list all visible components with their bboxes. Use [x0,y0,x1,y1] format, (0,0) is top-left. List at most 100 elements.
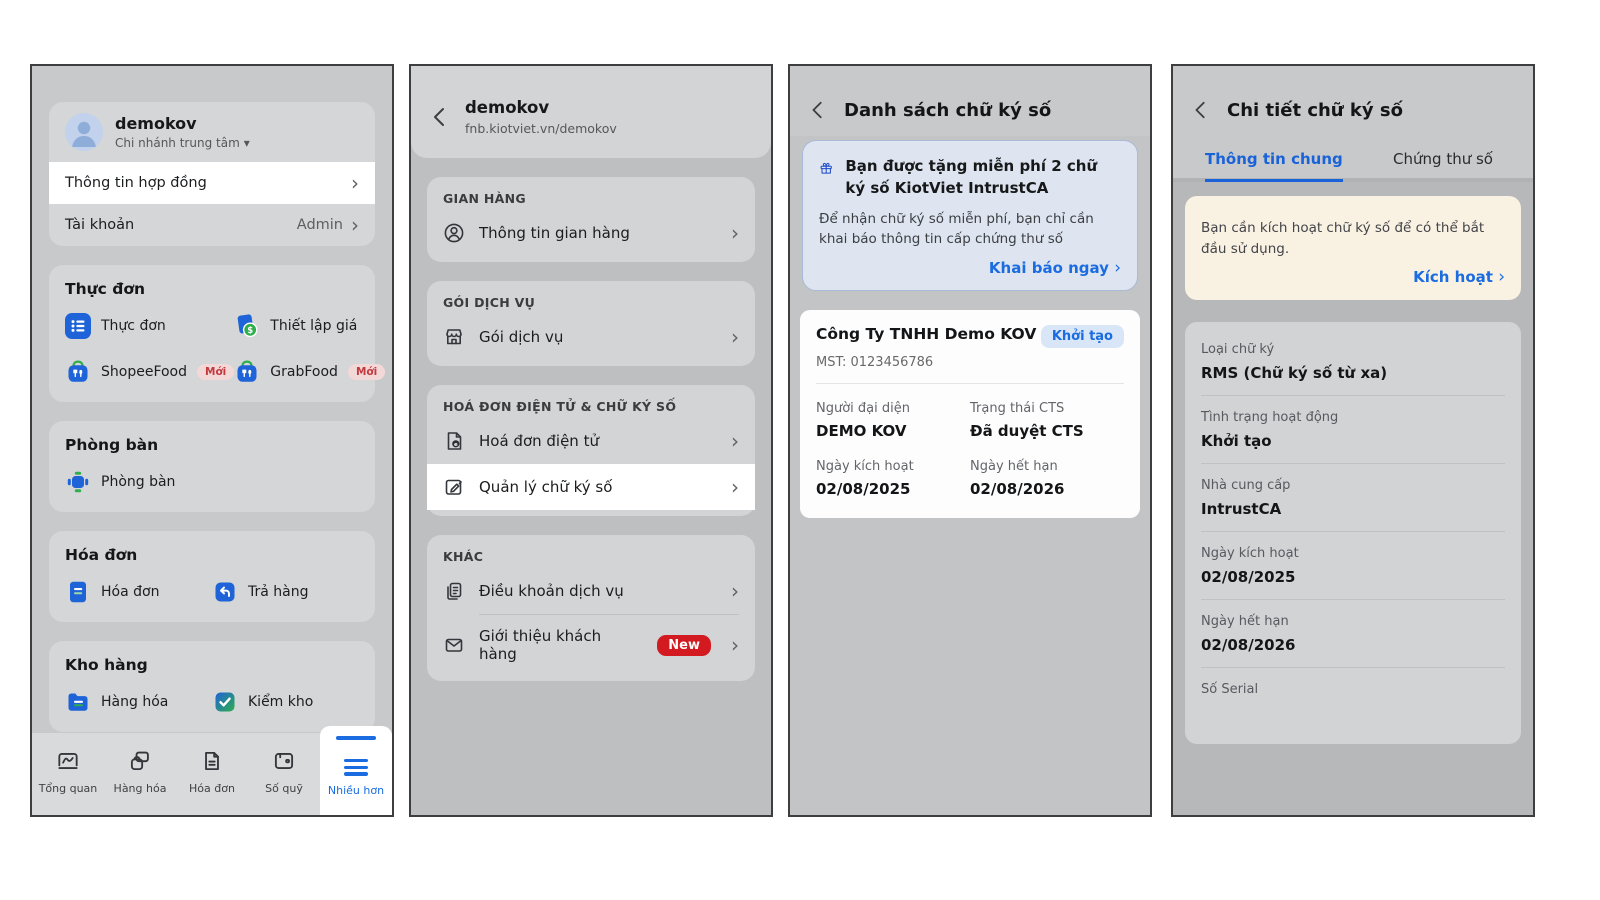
group-title: KHÁC [443,549,739,564]
gift-icon [819,156,833,180]
section-title: Thực đơn [65,280,359,298]
menu-item-tra-hang[interactable]: Trả hàng [212,579,359,605]
detail-label: Ngày kích hoạt [1201,546,1505,561]
menu-item-label: Thực đơn [101,318,166,334]
activation-notice: Bạn cần kích hoạt chữ ký số để có thể bắ… [1185,196,1521,300]
header: demokov fnb.kiotviet.vn/demokov [411,66,771,158]
branch-label: Chi nhánh trung tâm [115,136,240,150]
group-hoa-don-dien-tu: HOÁ ĐƠN ĐIỆN TỬ & CHỮ KÝ SỐ e Hoá đơn đi… [427,385,755,516]
back-icon[interactable] [429,104,451,130]
banner-title: Bạn được tặng miễn phí 2 chữ ký số KiotV… [845,156,1121,200]
tab-thong-tin-chung[interactable]: Thông tin chung [1205,142,1343,182]
menu-item-label: Kiểm kho [248,694,313,710]
field-label: Trạng thái CTS [970,401,1124,416]
storefront-icon [443,326,465,348]
chevron-right-icon: › [731,635,739,655]
back-icon[interactable] [1191,98,1211,122]
detail-nha-cung-cap: Nhà cung cấp IntrustCA [1201,464,1505,532]
banner-description: Để nhận chữ ký số miễn phí, bạn chỉ cần … [819,209,1121,250]
detail-label: Ngày hết hạn [1201,614,1505,629]
page-title: Chi tiết chữ ký số [1227,100,1403,121]
row-label: Hoá đơn điện tử [479,432,717,450]
nav-label: Nhiều hơn [328,784,384,797]
screen-more-menu: demokov Chi nhánh trung tâm ▾ Thông tin … [30,64,394,817]
products-icon [127,748,153,774]
field-ngay-het-han: Ngày hết hạn 02/08/2026 [970,459,1124,498]
chevron-right-icon: › [731,223,739,243]
grabfood-icon [234,359,260,385]
row-thong-tin-gian-hang[interactable]: Thông tin gian hàng › [443,210,739,256]
menu-item-shopeefood[interactable]: ShopeeFood Mới [65,359,234,385]
field-label: Ngày kích hoạt [816,459,970,474]
row-hoa-don-dien-tu[interactable]: e Hoá đơn điện tử › [443,418,739,464]
detail-label: Nhà cung cấp [1201,478,1505,493]
branch-selector[interactable]: Chi nhánh trung tâm ▾ [115,136,250,150]
signature-card[interactable]: Công Ty TNHH Demo KOV Khởi tạo MST: 0123… [800,310,1140,518]
account-role: Admin [297,217,343,233]
nav-so-quy[interactable]: Số quỹ [248,733,320,815]
detail-label: Tình trạng hoạt động [1201,410,1505,425]
detail-ngay-het-han: Ngày hết hạn 02/08/2026 [1201,600,1505,668]
stocktake-icon [212,689,238,715]
declare-now-link[interactable]: Khai báo ngay › [819,259,1121,277]
tab-bar: Thông tin chung Chứng thư số [1173,136,1533,182]
detail-value: RMS (Chữ ký số từ xa) [1201,364,1505,382]
nav-label: Hàng hóa [114,782,167,795]
nav-hang-hoa[interactable]: Hàng hóa [104,733,176,815]
new-badge: Mới [197,364,234,380]
profile-card[interactable]: demokov Chi nhánh trung tâm ▾ [49,102,375,162]
detail-value: 02/08/2025 [1201,568,1505,586]
row-quan-ly-chu-ky-so[interactable]: Quản lý chữ ký số › [427,464,755,510]
new-badge: Mới [348,364,385,380]
row-label: Giới thiệu khách hàng [479,627,643,663]
menu-item-phong-ban[interactable]: Phòng bàn [65,469,212,495]
field-value: 02/08/2026 [970,480,1124,498]
nav-hoa-don[interactable]: Hóa đơn [176,733,248,815]
detail-ngay-kich-hoat: Ngày kích hoạt 02/08/2025 [1201,532,1505,600]
notice-text: Bạn cần kích hoạt chữ ký số để có thể bắ… [1201,218,1505,260]
field-label: Người đại diện [816,401,970,416]
group-title: GÓI DỊCH VỤ [443,295,739,310]
menu-item-kiem-kho[interactable]: Kiểm kho [212,689,359,715]
return-icon [212,579,238,605]
menu-item-label: ShopeeFood [101,364,187,380]
section-title: Kho hàng [65,656,359,674]
menu-item-label: Hóa đơn [101,584,159,600]
screen-store-settings: demokov fnb.kiotviet.vn/demokov GIAN HÀN… [409,64,773,817]
detail-label: Số Serial [1201,682,1505,697]
menu-item-thiet-lap-gia[interactable]: $ Thiết lập giá [234,313,385,339]
field-label: Ngày hết hạn [970,459,1124,474]
menu-item-label: Hàng hóa [101,694,168,710]
activate-link[interactable]: Kích hoạt › [1201,268,1505,286]
person-circle-icon [443,222,465,244]
menu-item-grabfood[interactable]: GrabFood Mới [234,359,385,385]
chevron-right-icon: › [351,215,359,235]
menu-item-hoa-don[interactable]: Hóa đơn [65,579,212,605]
menu-item-hang-hoa[interactable]: Hàng hóa [65,689,212,715]
account-row[interactable]: Tài khoản Admin › [49,204,375,246]
nav-label: Hóa đơn [189,782,235,795]
header: Danh sách chữ ký số [790,66,1150,136]
row-dieu-khoan-dich-vu[interactable]: Điều khoản dịch vụ › [443,568,739,614]
menu-item-thuc-don[interactable]: Thực đơn [65,313,234,339]
tab-chung-thu-so[interactable]: Chứng thư số [1393,142,1493,178]
active-tab-indicator [336,736,376,740]
section-menu: Thực đơn Thực đơn $ Thiết lập giá Shopee… [49,265,375,402]
field-nguoi-dai-dien: Người đại diện DEMO KOV [816,401,970,440]
promo-banner: Bạn được tặng miễn phí 2 chữ ký số KiotV… [802,140,1138,291]
chevron-right-icon: › [731,477,739,497]
screen-signature-detail: Chi tiết chữ ký số Thông tin chung Chứng… [1171,64,1535,817]
tax-code: MST: 0123456786 [816,355,1124,370]
invoice-icon [65,579,91,605]
back-icon[interactable] [808,98,828,122]
row-gioi-thieu-khach-hang[interactable]: Giới thiệu khách hàng New › [443,615,739,675]
row-goi-dich-vu[interactable]: Gói dịch vụ › [443,314,739,360]
bottom-nav: Tổng quan Hàng hóa Hóa đơn Số quỹ Nhiều … [32,733,392,815]
nav-nhieu-hon[interactable]: Nhiều hơn [320,726,392,815]
menu-item-label: Thiết lập giá [270,318,357,334]
menu-item-label: Phòng bàn [101,474,175,490]
chevron-right-icon: › [1498,267,1505,287]
contract-info-row[interactable]: Thông tin hợp đồng › [49,162,375,204]
nav-tong-quan[interactable]: Tổng quan [32,733,104,815]
detail-value: IntrustCA [1201,500,1505,518]
